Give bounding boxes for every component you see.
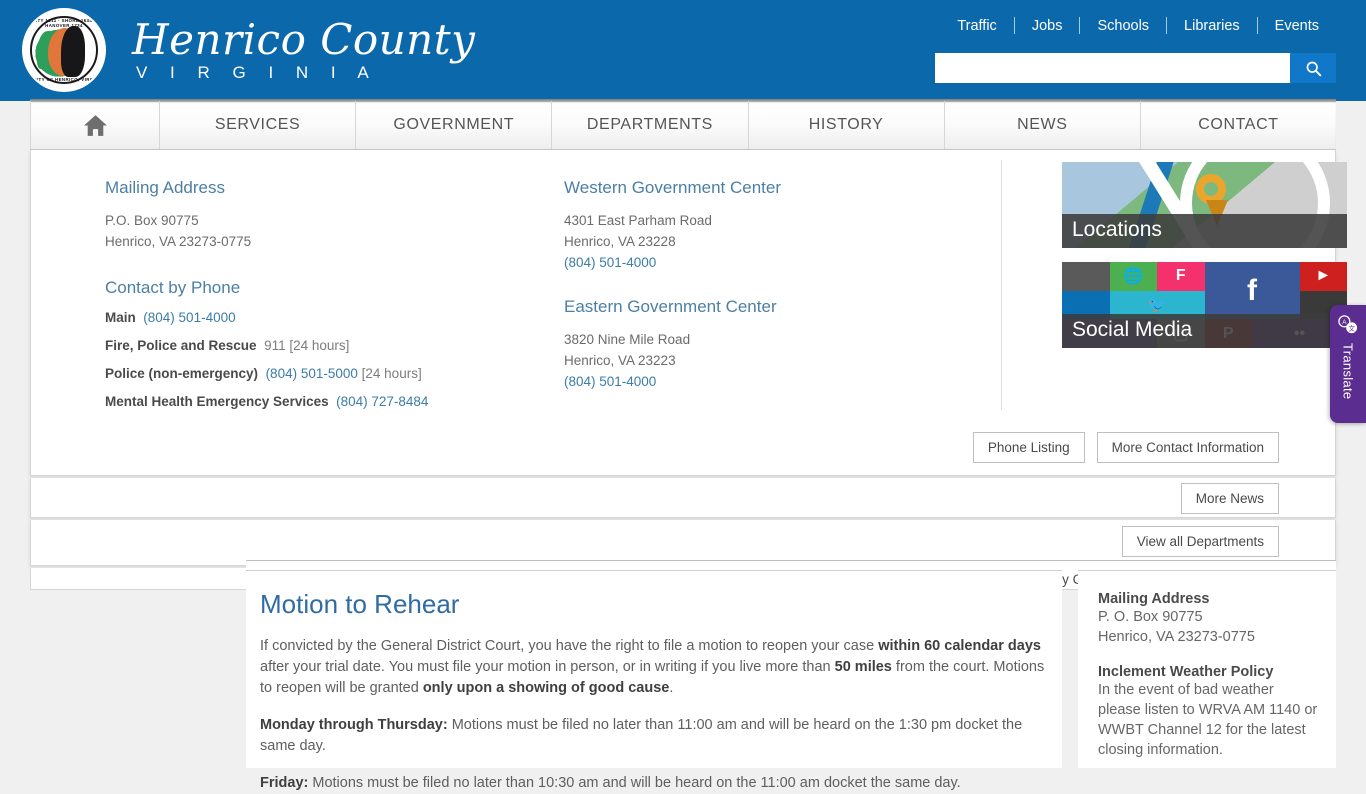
phone-number: 911 xyxy=(264,338,286,353)
site-title: Henrico County xyxy=(132,19,475,61)
eastern-center-phone-link[interactable]: (804) 501-4000 xyxy=(564,374,656,389)
svg-text:文: 文 xyxy=(1348,323,1355,332)
locations-tile-label: Locations xyxy=(1062,214,1347,248)
departments-panel-actions: View all Departments xyxy=(1122,526,1279,557)
sidebar-mailing-heading: Mailing Address xyxy=(1098,591,1320,607)
news-panel-actions: More News xyxy=(1181,483,1279,514)
phone-number-link[interactable]: (804) 501-4000 xyxy=(143,310,235,325)
phone-row-main: Main (804) 501-4000 xyxy=(105,310,505,325)
mailing-address-line2: Henrico, VA 23273-0775 xyxy=(105,231,505,252)
eastern-center-line1: 3820 Nine Mile Road xyxy=(564,329,984,350)
sidebar-mailing-line1: P. O. Box 90775 xyxy=(1098,607,1320,627)
quicklink-tiles-column: Locations 🌐 F f ► 🐦 ▢ P •• Social Media xyxy=(1062,162,1347,362)
nav-item-history[interactable]: HISTORY xyxy=(749,101,945,149)
site-subtitle: V I R G I N I A xyxy=(132,64,475,81)
home-icon xyxy=(83,114,108,137)
mailing-address-line1: P.O. Box 90775 xyxy=(105,210,505,231)
county-seal-icon: CITY 1611 · SHORE 1634 · HANOVER 1734 CO… xyxy=(22,8,106,92)
mailing-address-heading: Mailing Address xyxy=(105,178,505,198)
eastern-center-line2: Henrico, VA 23223 xyxy=(564,350,984,371)
content-paragraph-2: Monday through Thursday: Motions must be… xyxy=(260,715,1048,757)
western-center-phone-link[interactable]: (804) 501-4000 xyxy=(564,255,656,270)
search-input[interactable] xyxy=(935,53,1290,83)
site-search xyxy=(935,53,1336,83)
more-contact-information-button[interactable]: More Contact Information xyxy=(1097,432,1279,463)
nav-item-services[interactable]: SERVICES xyxy=(160,101,356,149)
nav-item-news[interactable]: NEWS xyxy=(945,101,1141,149)
mailing-address-column: Mailing Address P.O. Box 90775 Henrico, … xyxy=(105,178,505,422)
search-icon xyxy=(1305,60,1322,77)
phone-number-link[interactable]: (804) 501-5000 xyxy=(266,366,358,381)
contact-dropdown-panel: Mailing Address P.O. Box 90775 Henrico, … xyxy=(30,150,1336,476)
phone-row-mental-health: Mental Health Emergency Services (804) 7… xyxy=(105,394,505,409)
search-button[interactable] xyxy=(1290,53,1336,83)
western-center-line1: 4301 East Parham Road xyxy=(564,210,984,231)
seal-bottom-text: COUNTY OF HENRICO, VIRGINIA xyxy=(24,77,104,82)
phone-note: [24 hours] xyxy=(289,338,349,353)
nav-item-contact[interactable]: CONTACT xyxy=(1141,101,1336,149)
sidebar-weather-heading: Inclement Weather Policy xyxy=(1098,664,1320,680)
phone-label: Fire, Police and Rescue xyxy=(105,338,257,353)
locations-tile[interactable]: Locations xyxy=(1062,162,1347,248)
content-paragraph-1: If convicted by the General District Cou… xyxy=(260,636,1048,699)
phone-row-police-non-emergency: Police (non-emergency) (804) 501-5000 [2… xyxy=(105,366,505,381)
western-center-line2: Henrico, VA 23228 xyxy=(564,231,984,252)
nav-item-home[interactable] xyxy=(30,101,160,149)
contact-by-phone-heading: Contact by Phone xyxy=(105,278,505,298)
government-centers-column: Western Government Center 4301 East Parh… xyxy=(564,178,984,392)
utility-link-libraries[interactable]: Libraries xyxy=(1167,18,1257,34)
translate-widget[interactable]: A 文 Translate xyxy=(1330,305,1366,423)
column-divider xyxy=(1001,160,1002,410)
western-center-heading: Western Government Center xyxy=(564,178,984,198)
foursquare-icon: F xyxy=(1157,262,1205,291)
more-news-button[interactable]: More News xyxy=(1181,483,1279,514)
main-navigation: SERVICES GOVERNMENT DEPARTMENTS HISTORY … xyxy=(30,101,1336,150)
utility-link-schools[interactable]: Schools xyxy=(1080,18,1166,34)
nav-item-departments[interactable]: DEPARTMENTS xyxy=(552,101,748,149)
globe-icon: 🌐 xyxy=(1110,262,1158,291)
utility-link-jobs[interactable]: Jobs xyxy=(1015,18,1080,34)
content-sidebar: Mailing Address P. O. Box 90775 Henrico,… xyxy=(1078,570,1336,768)
page-title: Motion to Rehear xyxy=(260,589,1048,620)
content-top-divider xyxy=(246,560,1336,570)
phone-note: [24 hours] xyxy=(362,366,422,381)
content-paragraph-3: Friday: Motions must be filed no later t… xyxy=(260,773,1048,794)
site-header: CITY 1611 · SHORE 1634 · HANOVER 1734 CO… xyxy=(0,0,1366,101)
phone-label: Police (non-emergency) xyxy=(105,366,258,381)
news-dropdown-panel: More News xyxy=(30,478,1336,518)
site-logo[interactable]: CITY 1611 · SHORE 1634 · HANOVER 1734 CO… xyxy=(22,8,475,92)
nav-item-government[interactable]: GOVERNMENT xyxy=(356,101,552,149)
translate-icon: A 文 xyxy=(1337,315,1359,335)
contact-panel-actions: Phone Listing More Contact Information xyxy=(973,432,1279,463)
svg-text:A: A xyxy=(1342,319,1347,326)
phone-listing-button[interactable]: Phone Listing xyxy=(973,432,1085,463)
phone-label: Mental Health Emergency Services xyxy=(105,394,329,409)
social-media-tile[interactable]: 🌐 F f ► 🐦 ▢ P •• Social Media xyxy=(1062,262,1347,348)
view-all-departments-button[interactable]: View all Departments xyxy=(1122,526,1279,557)
map-pin-icon xyxy=(1196,174,1226,204)
main-content: Motion to Rehear If convicted by the Gen… xyxy=(246,570,1062,768)
utility-link-traffic[interactable]: Traffic xyxy=(940,18,1013,34)
utility-link-events[interactable]: Events xyxy=(1258,18,1336,34)
sidebar-mailing-line2: Henrico, VA 23273-0775 xyxy=(1098,627,1320,647)
facebook-icon: f xyxy=(1205,262,1300,319)
utility-nav: Traffic Jobs Schools Libraries Events xyxy=(940,17,1336,34)
youtube-icon: ► xyxy=(1300,262,1348,291)
translate-label: Translate xyxy=(1341,343,1356,399)
phone-label: Main xyxy=(105,310,136,325)
phone-row-fire-police-rescue: Fire, Police and Rescue 911 [24 hours] xyxy=(105,338,505,353)
eastern-center-heading: Eastern Government Center xyxy=(564,297,984,317)
phone-number-link[interactable]: (804) 727-8484 xyxy=(336,394,428,409)
social-media-tile-label: Social Media xyxy=(1062,314,1347,348)
sidebar-weather-body: In the event of bad weather please liste… xyxy=(1098,680,1320,760)
seal-top-text: CITY 1611 · SHORE 1634 · HANOVER 1734 xyxy=(24,18,104,28)
